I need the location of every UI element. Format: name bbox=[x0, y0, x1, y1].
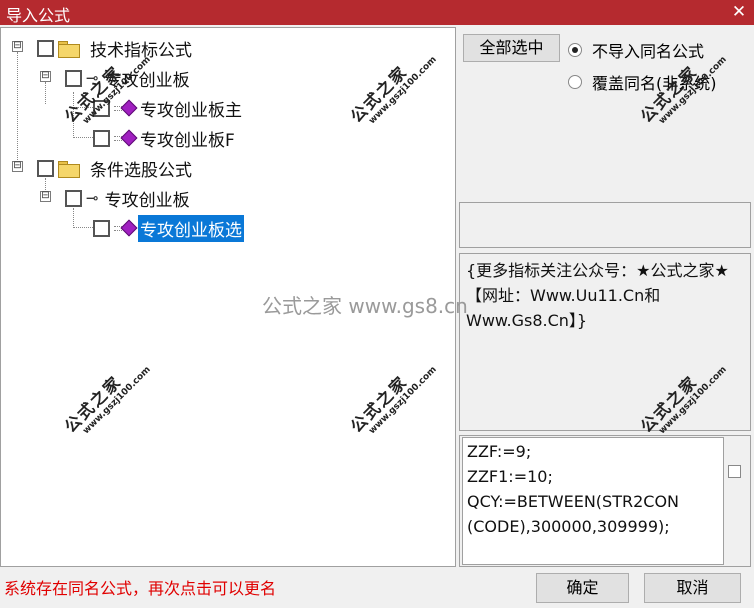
node-checkbox[interactable] bbox=[37, 159, 54, 177]
radio-button[interactable] bbox=[568, 43, 582, 57]
key-icon: ⊸ bbox=[86, 189, 99, 207]
cancel-button[interactable]: 取消 bbox=[644, 573, 741, 603]
description-text: {更多指标关注公众号：★公式之家★【网址：Www.Uu11.Cn和Www.Gs8… bbox=[466, 261, 729, 330]
code-line: ZZF:=9; bbox=[467, 442, 532, 461]
folder-icon bbox=[58, 40, 80, 58]
node-label: 专攻创业板选 bbox=[138, 214, 244, 242]
node-checkbox[interactable] bbox=[37, 39, 54, 57]
tree-connector bbox=[73, 107, 93, 108]
tree-node-root-indicators[interactable]: 技术指标公式 bbox=[37, 36, 194, 61]
close-icon[interactable]: ✕ bbox=[724, 0, 754, 25]
formula-gem-icon bbox=[114, 220, 136, 236]
node-checkbox[interactable] bbox=[65, 69, 82, 87]
formula-gem-icon bbox=[114, 100, 136, 116]
node-label: 专攻创业板 bbox=[104, 190, 190, 211]
no-import-option[interactable]: 不导入同名公式 bbox=[568, 38, 704, 62]
node-checkbox[interactable] bbox=[93, 129, 110, 147]
node-checkbox[interactable] bbox=[93, 99, 110, 117]
node-label: 专攻创业板F bbox=[140, 130, 235, 151]
title-bar: 导入公式 ✕ bbox=[0, 0, 754, 25]
tree-connector bbox=[73, 227, 93, 228]
code-line: ZZF1:=10; bbox=[467, 467, 553, 486]
overwrite-option[interactable]: 覆盖同名(非系统) bbox=[568, 70, 717, 94]
code-text: ZZF:=9; ZZF1:=10; QCY:=BETWEEN(STR2CON (… bbox=[467, 439, 722, 539]
node-label: 专攻创业板主 bbox=[140, 100, 242, 121]
info-field bbox=[459, 202, 751, 248]
node-label: 条件选股公式 bbox=[90, 160, 192, 181]
tree-connector bbox=[73, 137, 93, 138]
formula-tree[interactable]: ⊟ 技术指标公式 ⊟ ⊸ 专攻创业板 专攻创业板主 专攻创业板F ⊟ 条件选股公… bbox=[0, 27, 456, 567]
collapse-icon[interactable]: ⊟ bbox=[40, 191, 51, 202]
tree-node-formula-selected[interactable]: 专攻创业板选 bbox=[93, 214, 244, 242]
node-label: 技术指标公式 bbox=[90, 40, 192, 61]
node-checkbox[interactable] bbox=[65, 189, 82, 207]
collapse-icon[interactable]: ⊟ bbox=[40, 71, 51, 82]
code-option-checkbox[interactable] bbox=[728, 465, 741, 478]
radio-button[interactable] bbox=[568, 75, 582, 89]
tree-node-formula[interactable]: 专攻创业板主 bbox=[93, 96, 244, 121]
window-title: 导入公式 bbox=[6, 6, 71, 25]
tree-node-screening-group[interactable]: ⊸ 专攻创业板 bbox=[65, 186, 192, 211]
option-label: 覆盖同名(非系统) bbox=[592, 74, 717, 93]
tree-node-indicator-group[interactable]: ⊸ 专攻创业板 bbox=[65, 66, 192, 91]
ok-button[interactable]: 确定 bbox=[536, 573, 629, 603]
formula-gem-icon bbox=[114, 130, 136, 146]
code-line: (CODE),300000,309999); bbox=[467, 517, 670, 536]
tree-connector bbox=[45, 82, 46, 104]
node-label: 专攻创业板 bbox=[104, 70, 190, 91]
tree-node-formula[interactable]: 专攻创业板F bbox=[93, 126, 237, 151]
tree-node-root-screening[interactable]: 条件选股公式 bbox=[37, 156, 194, 181]
code-line: QCY:=BETWEEN(STR2CON bbox=[467, 492, 679, 511]
collapse-icon[interactable]: ⊟ bbox=[12, 161, 23, 172]
option-label: 不导入同名公式 bbox=[592, 42, 705, 61]
tree-connector bbox=[17, 52, 18, 168]
status-message: 系统存在同名公式，再次点击可以更名 bbox=[4, 579, 277, 598]
node-checkbox[interactable] bbox=[93, 219, 110, 237]
collapse-icon[interactable]: ⊟ bbox=[12, 41, 23, 52]
folder-icon bbox=[58, 160, 80, 178]
tree-connector bbox=[73, 92, 74, 138]
tree-connector bbox=[73, 208, 74, 228]
key-icon: ⊸ bbox=[86, 69, 99, 87]
select-all-button[interactable]: 全部选中 bbox=[463, 34, 560, 62]
